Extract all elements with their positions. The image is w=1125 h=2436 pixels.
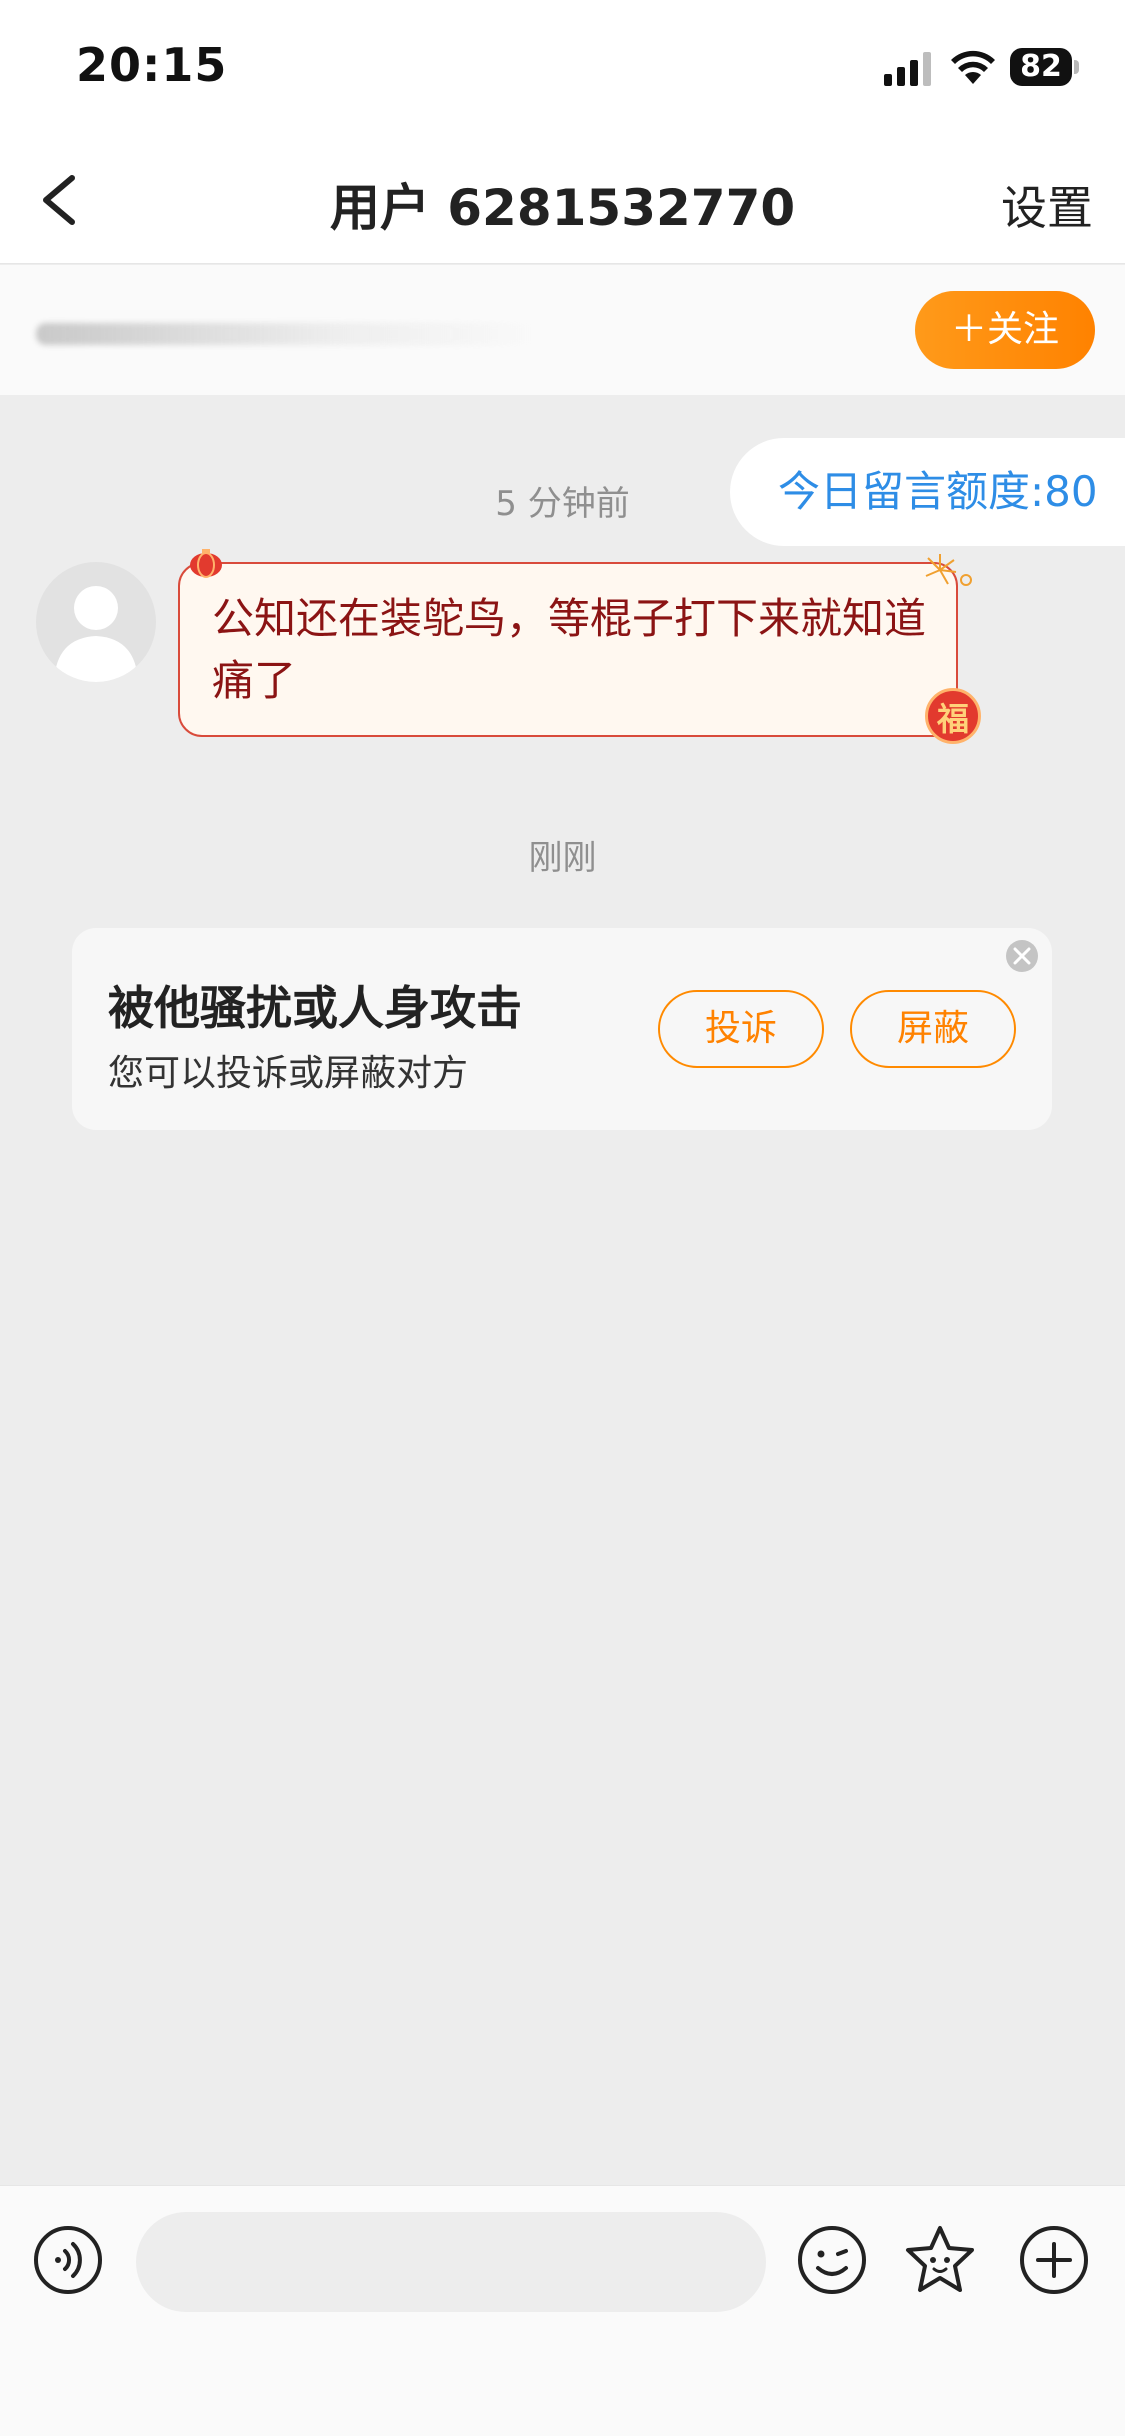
back-icon[interactable] bbox=[28, 160, 98, 240]
default-avatar-icon bbox=[54, 586, 138, 682]
avatar[interactable] bbox=[36, 562, 156, 682]
emoji-icon[interactable] bbox=[796, 2224, 868, 2296]
follow-bar: ＋关注 bbox=[0, 265, 1125, 395]
complain-button[interactable]: 投诉 bbox=[658, 990, 824, 1068]
block-button[interactable]: 屏蔽 bbox=[850, 990, 1016, 1068]
chat-page: 20:15 82 用户 6281532770 设置 ＋关注 今日留言额度:80 … bbox=[0, 0, 1125, 2436]
voice-icon[interactable] bbox=[32, 2224, 104, 2296]
status-time: 20:15 bbox=[76, 38, 228, 92]
firework-decoration-icon bbox=[925, 554, 972, 586]
close-icon[interactable] bbox=[1002, 936, 1042, 976]
nav-bar: 用户 6281532770 设置 bbox=[0, 140, 1125, 264]
sticker-icon[interactable] bbox=[902, 2222, 978, 2298]
status-bar: 20:15 82 bbox=[0, 0, 1125, 140]
follow-button[interactable]: ＋关注 bbox=[915, 291, 1095, 369]
page-title: 用户 6281532770 bbox=[329, 179, 796, 237]
input-bar bbox=[0, 2185, 1125, 2436]
message-bubble[interactable]: 公知还在装鸵鸟，等棍子打下来就知道痛了 bbox=[178, 562, 958, 737]
wifi-icon bbox=[951, 50, 995, 84]
settings-button[interactable]: 设置 bbox=[1001, 172, 1093, 238]
notice-timestamp: 刚刚 bbox=[528, 838, 597, 878]
fu-badge-icon: 福 bbox=[925, 688, 981, 744]
notice-title: 被他骚扰或人身攻击 bbox=[108, 981, 522, 1035]
battery-icon: 82 bbox=[1010, 48, 1080, 86]
battery-level: 82 bbox=[1020, 49, 1062, 84]
blurred-user-info bbox=[36, 323, 536, 345]
message-timestamp: 5 分钟前 bbox=[495, 484, 630, 524]
notice-subtitle: 您可以投诉或屏蔽对方 bbox=[108, 1053, 469, 1094]
plus-icon[interactable] bbox=[1018, 2224, 1090, 2296]
message-text: 公知还在装鸵鸟，等棍子打下来就知道痛了 bbox=[212, 594, 927, 705]
message-input[interactable] bbox=[136, 2212, 766, 2312]
lantern-decoration-icon bbox=[190, 549, 222, 578]
signal-icon bbox=[884, 52, 931, 86]
harassment-notice-card: 被他骚扰或人身攻击 您可以投诉或屏蔽对方 投诉 屏蔽 bbox=[72, 928, 1052, 1130]
